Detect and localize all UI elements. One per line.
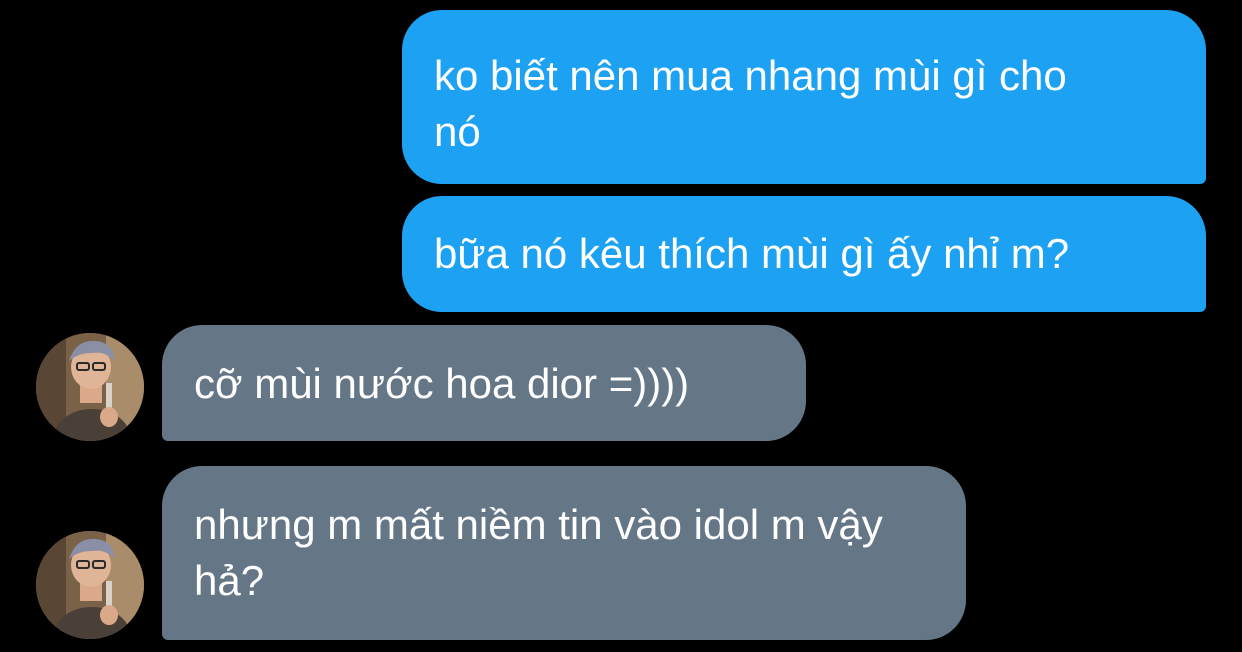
person-photo-icon — [36, 333, 144, 441]
message-text: cỡ mùi nước hoa dior =)))) — [194, 360, 690, 407]
message-text: bữa nó kêu thích mùi gì ấy nhỉ m? — [434, 230, 1070, 277]
avatar[interactable] — [36, 333, 144, 441]
received-message-bubble[interactable]: nhưng m mất niềm tin vào idol m vậy hả? — [162, 466, 966, 640]
message-text: ko biết nên mua nhang mùi gì cho nó — [434, 52, 1067, 155]
received-message-bubble[interactable]: cỡ mùi nước hoa dior =)))) — [162, 325, 806, 441]
sent-message-bubble[interactable]: ko biết nên mua nhang mùi gì cho nó — [402, 10, 1206, 184]
sent-message-bubble[interactable]: bữa nó kêu thích mùi gì ấy nhỉ m? — [402, 196, 1206, 312]
person-photo-icon — [36, 531, 144, 639]
avatar[interactable] — [36, 531, 144, 639]
message-text: nhưng m mất niềm tin vào idol m vậy hả? — [194, 501, 883, 604]
